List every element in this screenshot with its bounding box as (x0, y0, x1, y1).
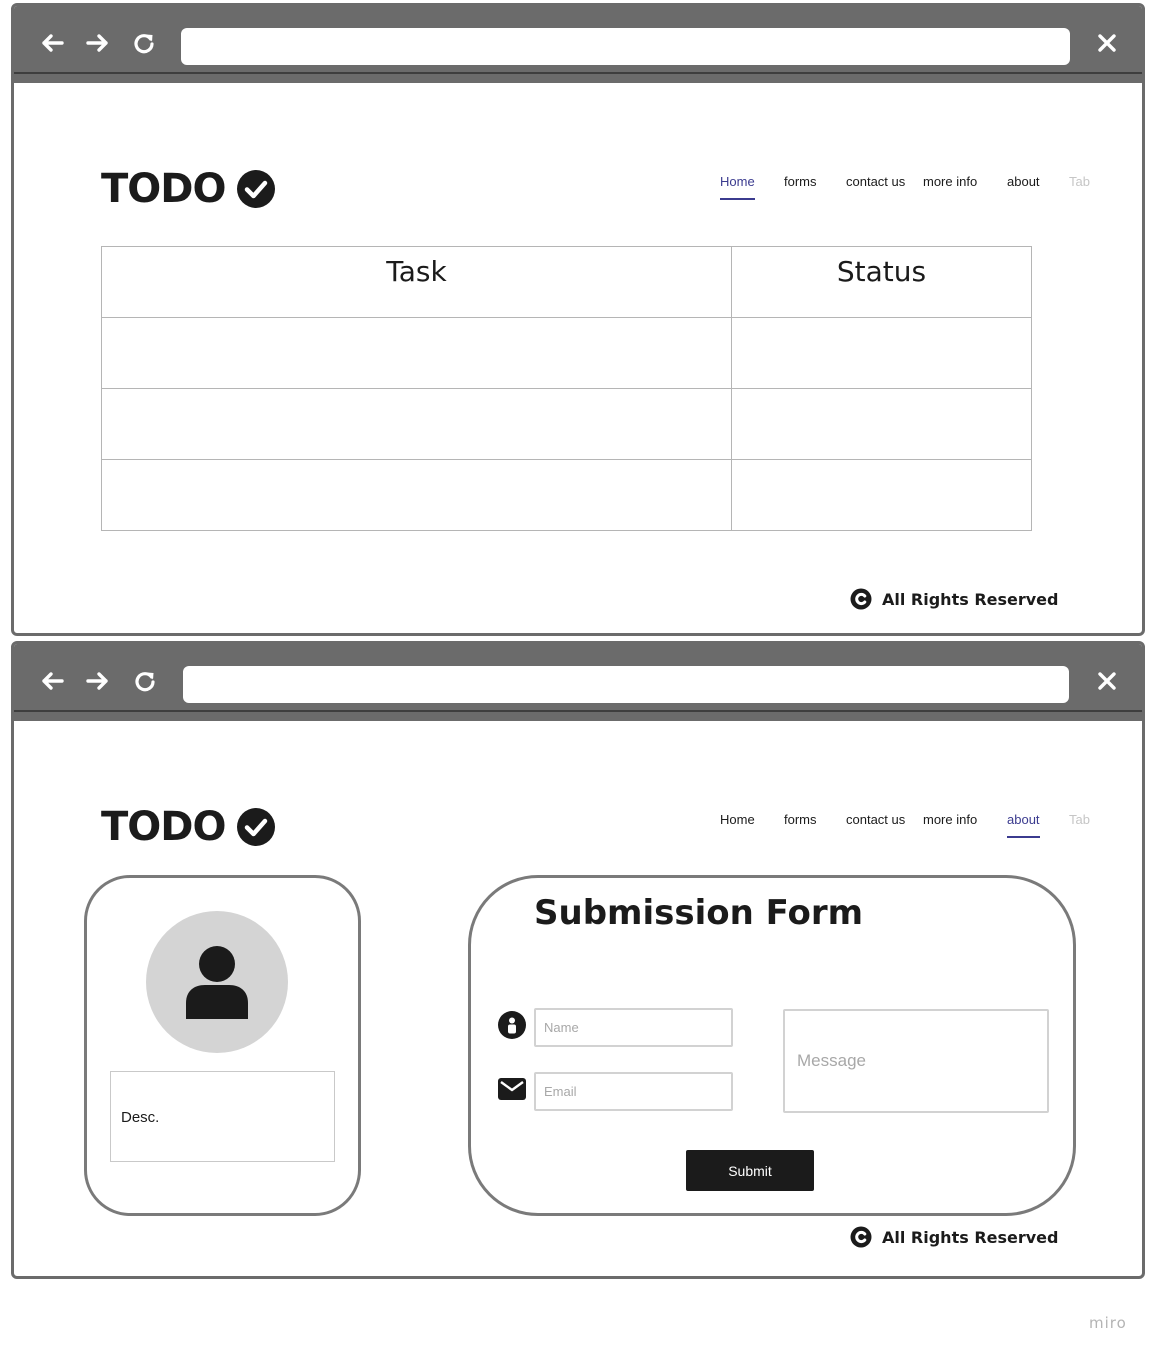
footer-text: All Rights Reserved (882, 1227, 1059, 1247)
refresh-icon (134, 34, 154, 54)
back-button[interactable] (39, 30, 65, 56)
footer-text: All Rights Reserved (882, 589, 1059, 609)
arrow-left-icon (42, 34, 64, 52)
arrow-right-icon (86, 672, 108, 690)
avatar (146, 911, 288, 1053)
status-cell (731, 459, 1032, 531)
description-box[interactable]: Desc. (110, 1071, 335, 1162)
browser-window-about: TODO Home forms contact us more info abo… (11, 641, 1145, 1279)
nav-tab[interactable]: Tab (1069, 812, 1090, 827)
table-row (101, 317, 1032, 389)
address-bar[interactable] (183, 666, 1069, 703)
browser-toolbar (14, 644, 1142, 712)
nav-forms[interactable]: forms (784, 174, 817, 189)
footer: All Rights Reserved (850, 588, 1058, 610)
task-column-header: Task (101, 246, 732, 318)
submission-form: Submission Form Submit (468, 875, 1076, 1216)
email-input[interactable] (534, 1072, 733, 1111)
nav-contact-us[interactable]: contact us (846, 174, 905, 189)
close-button[interactable] (1094, 30, 1120, 56)
copyright-icon (850, 588, 872, 610)
main-nav: Home forms contact us more info about Ta… (14, 812, 1142, 842)
nav-home[interactable]: Home (720, 174, 755, 200)
close-button[interactable] (1094, 668, 1120, 694)
close-icon (1098, 34, 1116, 52)
submit-button[interactable]: Submit (686, 1150, 814, 1191)
copyright-icon (850, 1226, 872, 1248)
close-icon (1098, 672, 1116, 690)
nav-home[interactable]: Home (720, 812, 755, 827)
nav-forms[interactable]: forms (784, 812, 817, 827)
browser-toolbar (14, 6, 1142, 74)
nav-more-info[interactable]: more info (923, 174, 977, 189)
main-nav: Home forms contact us more info about Ta… (14, 174, 1142, 204)
task-cell (101, 388, 732, 460)
nav-about[interactable]: about (1007, 174, 1040, 189)
refresh-icon (135, 672, 155, 692)
table-header-row: Task Status (101, 246, 1032, 318)
arrow-left-icon (42, 672, 64, 690)
nav-tab[interactable]: Tab (1069, 174, 1090, 189)
profile-card: Desc. (84, 875, 361, 1216)
person-icon (498, 1011, 526, 1039)
address-bar[interactable] (181, 28, 1070, 65)
message-input[interactable] (783, 1009, 1049, 1113)
footer: All Rights Reserved (850, 1226, 1058, 1248)
refresh-button[interactable] (132, 668, 158, 694)
forward-button[interactable] (85, 668, 111, 694)
arrow-right-icon (86, 34, 108, 52)
toolbar-strip (14, 74, 1142, 83)
nav-more-info[interactable]: more info (923, 812, 977, 827)
task-cell (101, 459, 732, 531)
description-text: Desc. (121, 1109, 160, 1126)
browser-window-home: TODO Home forms contact us more info abo… (11, 3, 1145, 636)
toolbar-strip (14, 712, 1142, 721)
refresh-button[interactable] (131, 30, 157, 56)
nav-contact-us[interactable]: contact us (846, 812, 905, 827)
name-input[interactable] (534, 1008, 733, 1047)
status-cell (731, 317, 1032, 389)
task-table: Task Status (101, 246, 1032, 531)
mail-icon (498, 1078, 526, 1100)
forward-button[interactable] (85, 30, 111, 56)
status-cell (731, 388, 1032, 460)
table-row (101, 388, 1032, 460)
back-button[interactable] (39, 668, 65, 694)
table-row (101, 459, 1032, 531)
status-column-header: Status (731, 246, 1032, 318)
miro-watermark: miro (1089, 1314, 1127, 1332)
user-icon (186, 946, 248, 1019)
form-title: Submission Form (534, 893, 864, 933)
task-cell (101, 317, 732, 389)
nav-about[interactable]: about (1007, 812, 1040, 838)
